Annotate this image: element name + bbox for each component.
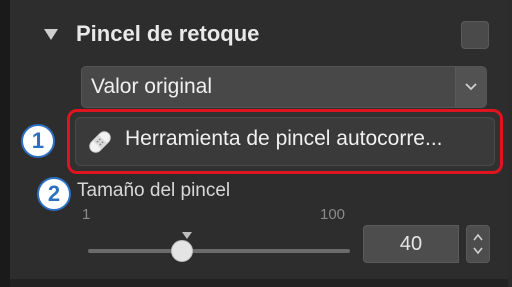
brush-size-label: Tamaño del pincel (77, 180, 231, 201)
brush-size-slider-track[interactable] (88, 249, 350, 253)
brush-size-value: 40 (399, 233, 423, 255)
slider-min-label: 1 (82, 206, 91, 223)
left-edge-strip (0, 0, 10, 287)
section-title: Pincel de retoque (76, 21, 260, 46)
slider-default-marker (182, 232, 192, 239)
chevron-down-icon (465, 83, 477, 91)
mode-dropdown[interactable]: Valor original (81, 66, 487, 108)
callout-badge-2: 2 (37, 177, 71, 211)
dropdown-arrow-button[interactable] (455, 67, 486, 107)
slider-max-label: 100 (320, 206, 346, 223)
collapse-triangle-icon[interactable] (44, 29, 58, 40)
brush-size-stepper[interactable] (466, 225, 490, 263)
callout-badge-1: 1 (21, 124, 55, 158)
brush-size-input[interactable]: 40 (363, 225, 459, 263)
mode-dropdown-value: Valor original (91, 75, 213, 98)
section-enable-checkbox[interactable] (461, 21, 489, 49)
bandage-icon (89, 131, 111, 153)
panel-bottom-edge (10, 279, 508, 287)
up-down-arrows-icon (473, 233, 483, 255)
tool-button-label: Herramienta de pincel autocorre... (125, 127, 443, 150)
